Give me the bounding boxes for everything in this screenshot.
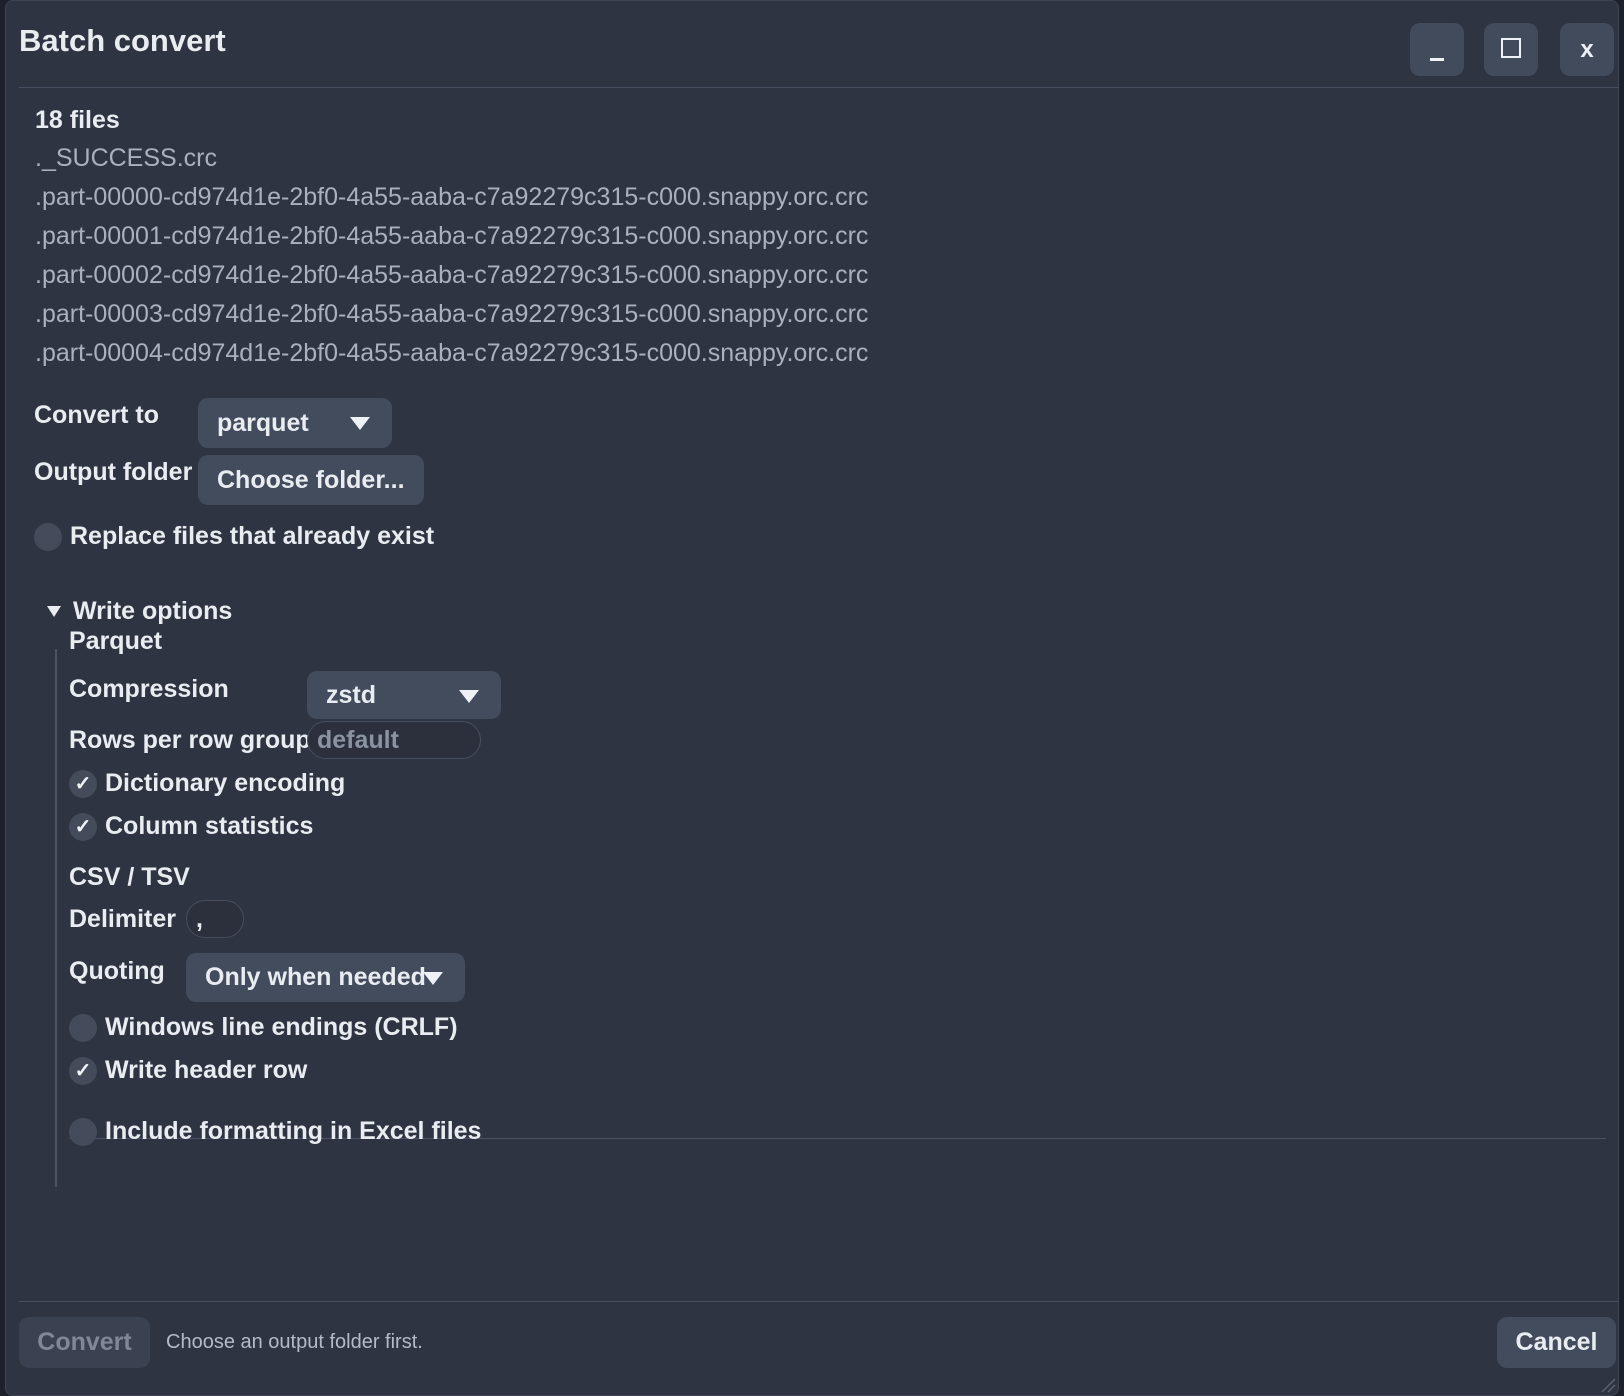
checkbox-indicator (34, 522, 62, 551)
convert-button[interactable]: Convert (19, 1317, 150, 1368)
convert-to-value: parquet (217, 408, 309, 437)
dictionary-encoding-checkbox[interactable]: ✓ Dictionary encoding (69, 769, 345, 798)
header-row-checkbox[interactable]: ✓ Write header row (69, 1056, 307, 1085)
replace-existing-label: Replace files that already exist (70, 522, 435, 550)
checkmark-icon: ✓ (69, 769, 97, 798)
cancel-button[interactable]: Cancel (1497, 1317, 1616, 1368)
compression-select[interactable]: zstd (307, 671, 501, 719)
convert-to-label: Convert to (34, 401, 159, 429)
delimiter-label: Delimiter (69, 905, 176, 933)
minimize-icon (1430, 58, 1444, 61)
title-divider (19, 87, 1619, 88)
write-options-indent-guide (55, 649, 57, 1187)
excel-formatting-label: Include formatting in Excel files (105, 1117, 482, 1145)
write-options-toggle[interactable]: Write options (47, 597, 232, 626)
resize-grip-icon[interactable] (1598, 1375, 1616, 1393)
dictionary-encoding-label: Dictionary encoding (105, 769, 346, 797)
batch-convert-dialog: Batch convert x 18 files ._SUCCESS.crc .… (5, 0, 1619, 1396)
minimize-button[interactable] (1410, 23, 1464, 76)
close-icon: x (1580, 35, 1594, 63)
quoting-value: Only when needed (205, 963, 426, 991)
footer-divider (19, 1301, 1619, 1302)
chevron-down-icon (459, 690, 479, 703)
file-list-item: ._SUCCESS.crc (35, 144, 217, 172)
replace-existing-checkbox[interactable]: Replace files that already exist (34, 522, 434, 551)
column-statistics-checkbox[interactable]: ✓ Column statistics (69, 812, 313, 841)
header-row-label: Write header row (105, 1056, 308, 1084)
crlf-checkbox[interactable]: Windows line endings (CRLF) (69, 1013, 458, 1042)
file-list-item: .part-00001-cd974d1e-2bf0-4a55-aaba-c7a9… (35, 222, 869, 250)
title-bar[interactable]: Batch convert x (6, 1, 1618, 89)
delimiter-input[interactable] (186, 900, 244, 938)
close-button[interactable]: x (1560, 23, 1614, 76)
dialog-title: Batch convert (19, 23, 226, 58)
checkmark-icon: ✓ (69, 812, 97, 841)
file-list-item: .part-00003-cd974d1e-2bf0-4a55-aaba-c7a9… (35, 300, 869, 328)
checkbox-indicator (69, 1117, 97, 1146)
crlf-label: Windows line endings (CRLF) (105, 1013, 458, 1041)
compression-value: zstd (326, 680, 376, 709)
disclosure-triangle-icon (47, 606, 61, 617)
quoting-label: Quoting (69, 957, 165, 985)
file-list-item: .part-00004-cd974d1e-2bf0-4a55-aaba-c7a9… (35, 339, 869, 367)
maximize-button[interactable] (1484, 23, 1538, 76)
chevron-down-icon (350, 417, 370, 430)
rows-per-row-group-input[interactable] (307, 721, 481, 759)
excel-formatting-checkbox[interactable]: Include formatting in Excel files (69, 1117, 481, 1146)
rows-per-row-group-label: Rows per row group (69, 726, 311, 754)
choose-folder-button[interactable]: Choose folder... (198, 455, 424, 505)
write-options-label: Write options (73, 597, 233, 625)
convert-to-select[interactable]: parquet (198, 398, 392, 448)
column-statistics-label: Column statistics (105, 812, 314, 840)
checkbox-indicator (69, 1013, 97, 1042)
file-count: 18 files (35, 106, 120, 134)
output-folder-label: Output folder (34, 458, 193, 486)
file-list-item: .part-00002-cd974d1e-2bf0-4a55-aaba-c7a9… (35, 261, 869, 289)
status-hint: Choose an output folder first. (166, 1331, 423, 1353)
csv-section-title: CSV / TSV (69, 863, 190, 891)
file-list-item: .part-00000-cd974d1e-2bf0-4a55-aaba-c7a9… (35, 183, 869, 211)
parquet-section-title: Parquet (69, 627, 163, 655)
compression-label: Compression (69, 675, 229, 703)
checkmark-icon: ✓ (69, 1056, 97, 1085)
file-list[interactable]: 18 files ._SUCCESS.crc .part-00000-cd974… (35, 101, 1595, 383)
quoting-select[interactable]: Only when needed (186, 953, 465, 1002)
maximize-icon (1501, 37, 1521, 58)
chevron-down-icon (423, 972, 443, 985)
